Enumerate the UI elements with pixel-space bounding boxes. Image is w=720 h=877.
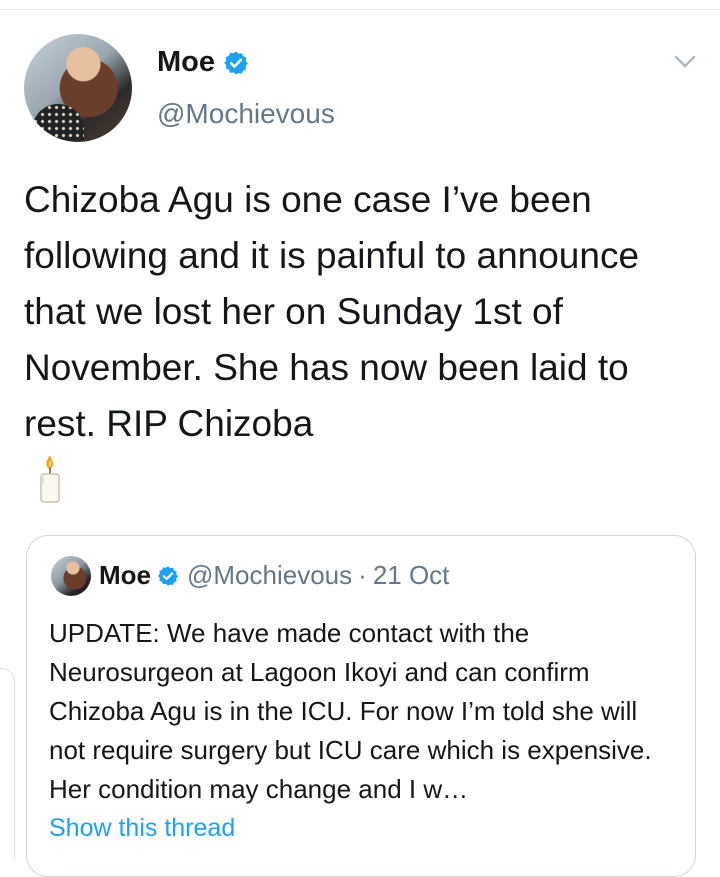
quoted-tweet-card[interactable]: Moe @Mochievous · 21 Oct UPDATE: We have… <box>26 535 696 877</box>
adjacent-card-edge <box>0 668 15 859</box>
quoted-tweet-text: UPDATE: We have made contact with the Ne… <box>49 618 652 804</box>
verified-badge-icon <box>158 565 178 586</box>
top-divider <box>0 9 720 10</box>
header-separator: · <box>358 560 367 590</box>
quoted-author-avatar <box>51 556 91 596</box>
author-name-row: Moe <box>157 46 249 79</box>
quoted-tweet-date: 21 Oct <box>372 560 450 590</box>
tweet-text: Chizoba Agu is one case I’ve been follow… <box>24 179 640 444</box>
quoted-author-name: Moe <box>99 560 151 590</box>
candle-icon <box>40 455 60 503</box>
author-handle[interactable]: @Mochievous <box>157 98 335 130</box>
author-avatar[interactable] <box>24 34 132 142</box>
quoted-author-handle: @Mochievous <box>187 560 353 590</box>
show-thread-link[interactable]: Show this thread <box>49 814 235 843</box>
author-name[interactable]: Moe <box>157 46 215 79</box>
verified-badge-icon <box>224 51 248 74</box>
quoted-tweet-header: Moe @Mochievous · 21 Oct <box>99 560 449 591</box>
chevron-down-icon[interactable] <box>674 55 696 69</box>
